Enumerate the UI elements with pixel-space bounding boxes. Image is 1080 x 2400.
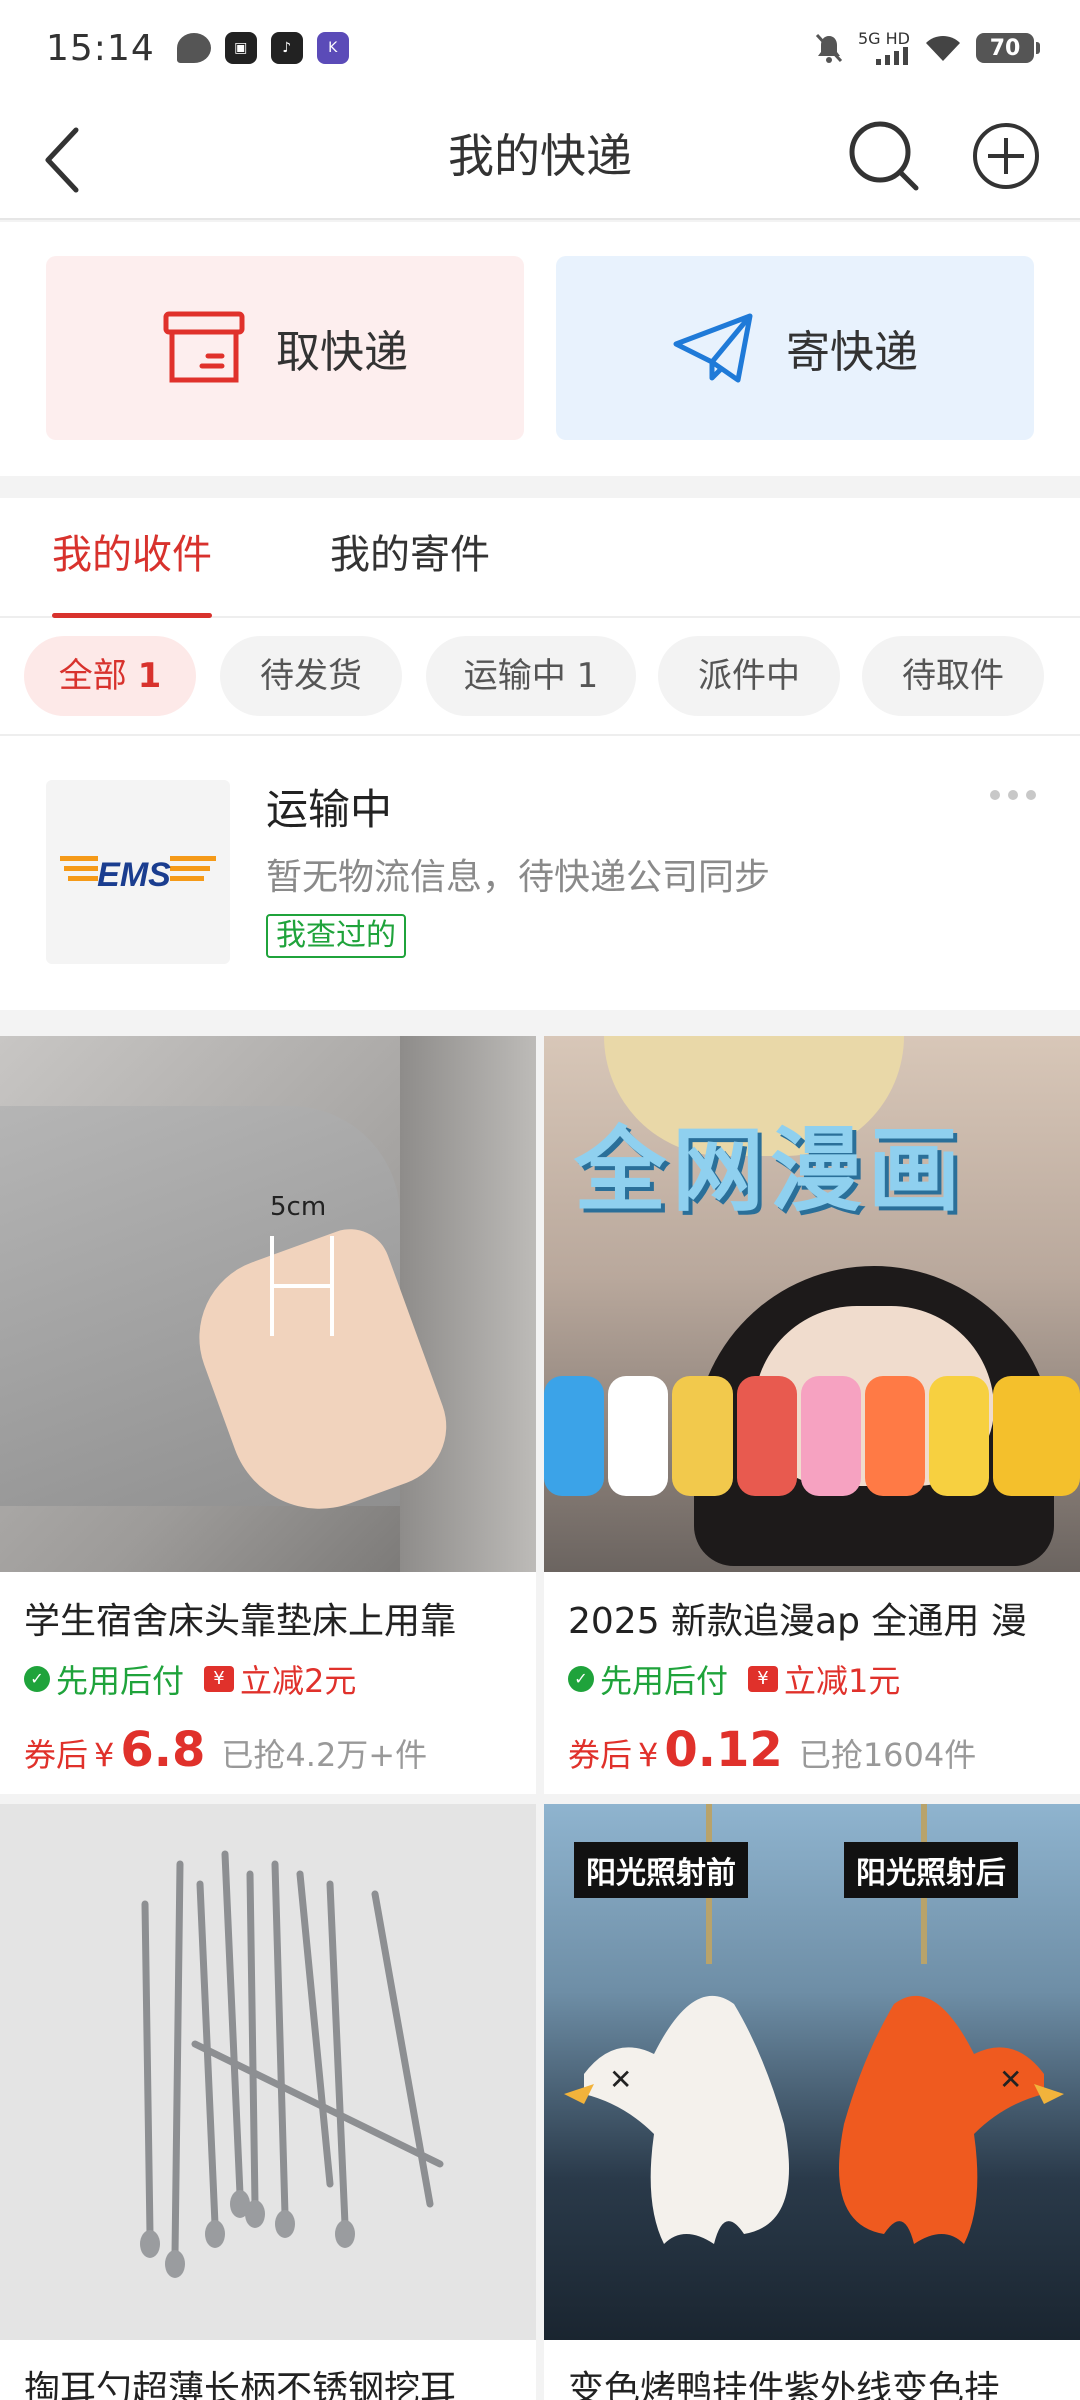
send-label: 寄快递 [786, 327, 918, 378]
product-tags: ✓ 先用后付 ¥ 立减2元 [24, 1656, 356, 1702]
pay-later-text: 先用后付 [600, 1662, 729, 1700]
app-header: 我的快递 [0, 96, 1080, 220]
news-app-icon: ▣ [224, 32, 257, 64]
price-prefix: 券后 [24, 1736, 89, 1774]
tab-my-received[interactable]: 我的收件 [52, 498, 212, 618]
ems-logo-text: EMS [97, 856, 171, 894]
image-headline: 全网漫画 [574, 1117, 967, 1224]
plus-circle-icon [973, 123, 1039, 189]
chip-awaiting-pickup[interactable]: 待取件 [862, 636, 1044, 716]
chip-label: 待发货 [260, 656, 362, 696]
dot-icon [1008, 790, 1018, 800]
price-prefix: 券后 [568, 1736, 633, 1774]
add-button[interactable] [966, 116, 1046, 196]
package-filter-section: 我的收件 我的寄件 全部 1 待发货 运输中 1 派件中 待取件 [0, 498, 1080, 734]
dot-icon [990, 790, 1000, 800]
chip-label: 待取件 [902, 656, 1004, 696]
price-value: 0.12 [664, 1722, 783, 1778]
pickup-label: 取快递 [276, 327, 408, 378]
recommended-products: 5cm 学生宿舍床头靠垫床上用靠 ✓ 先用后付 ¥ 立减2元 券后 ¥ 6.8 已抢… [0, 1036, 1080, 2400]
pay-later-icon: ✓ [24, 1666, 50, 1692]
product-tags: ✓ 先用后付 ¥ 立减1元 [568, 1656, 900, 1702]
signal-icon [876, 47, 908, 65]
product-price: 券后 ¥ 6.8 已抢4.2万+件 [24, 1722, 427, 1778]
tiktok-icon: ♪ [270, 32, 303, 64]
product-image: 阳光照射前 阳光照射后 ✕ ✕ [544, 1804, 1080, 2340]
chip-all[interactable]: 全部 1 [24, 636, 196, 716]
chip-count: 1 [576, 656, 599, 696]
product-title: 2025 新款追漫ap 全通用 漫 [568, 1601, 1027, 1642]
tab-bar: 我的收件 我的寄件 [0, 498, 1080, 618]
ems-logo: EMS [46, 780, 230, 964]
product-card[interactable]: 阳光照射前 阳光照射后 ✕ ✕ 变色烤鸭挂件紫外线变色挂 [544, 1804, 1080, 2400]
discount-text: 立减2元 [240, 1662, 357, 1700]
pay-later-tag: ✓ 先用后付 [24, 1656, 184, 1702]
product-image: 5cm [0, 1036, 536, 1572]
svg-text:✕: ✕ [999, 2064, 1022, 2095]
product-title: 变色烤鸭挂件紫外线变色挂 [568, 2369, 1001, 2400]
checked-tag: 我查过的 [266, 914, 406, 958]
network-label: 5G HD [857, 29, 910, 48]
discount-text: 立减1元 [784, 1662, 901, 1700]
status-bar: 15:14 ▣ ♪ K 5G HD 70 [0, 0, 1080, 96]
send-package-button[interactable]: 寄快递 [556, 256, 1034, 440]
sold-count: 已抢4.2万+件 [221, 1736, 428, 1774]
ems-logo-graphic: EMS [60, 856, 216, 894]
before-sunlight-label: 阳光照射前 [574, 1842, 748, 1898]
after-sunlight-label: 阳光照射后 [844, 1842, 1018, 1898]
currency-symbol: ¥ [94, 1736, 115, 1774]
chip-label: 运输中 [463, 656, 566, 696]
chip-label: 全部 [58, 656, 127, 696]
price-value: 6.8 [120, 1722, 206, 1778]
search-icon [849, 121, 919, 191]
package-box-icon [163, 311, 245, 383]
message-icon [176, 33, 211, 63]
package-status: 运输中 [266, 785, 393, 834]
status-filter-chips: 全部 1 待发货 运输中 1 派件中 待取件 [0, 620, 1080, 732]
package-item[interactable]: EMS 运输中 暂无物流信息，待快递公司同步 我查过的 [0, 734, 1080, 1010]
package-description: 暂无物流信息，待快递公司同步 [266, 857, 771, 898]
product-title: 学生宿舍床头靠垫床上用靠 [24, 1601, 457, 1642]
chip-label: 派件中 [698, 656, 800, 696]
currency-symbol: ¥ [638, 1736, 659, 1774]
chip-count: 1 [137, 656, 162, 696]
tab-my-sent[interactable]: 我的寄件 [330, 498, 490, 618]
wifi-icon [926, 35, 960, 61]
chip-awaiting-shipment[interactable]: 待发货 [220, 636, 402, 716]
coupon-icon: ¥ [204, 1666, 235, 1692]
status-time: 15:14 [46, 27, 155, 69]
pay-later-icon: ✓ [568, 1666, 594, 1692]
sold-count: 已抢1604件 [798, 1736, 977, 1774]
product-image: 全网漫画 [544, 1036, 1080, 1572]
product-title: 掏耳勺超薄长柄不锈钢挖耳 [24, 2369, 457, 2400]
more-options-button[interactable] [990, 790, 1036, 800]
product-price: 券后 ¥ 0.12 已抢1604件 [568, 1722, 976, 1778]
chip-delivering[interactable]: 派件中 [658, 636, 840, 716]
chip-in-transit[interactable]: 运输中 1 [426, 636, 636, 716]
search-button[interactable] [844, 116, 924, 196]
product-card[interactable]: 掏耳勺超薄长柄不锈钢挖耳 [0, 1804, 536, 2400]
measurement-marker [270, 1236, 334, 1336]
product-image [0, 1804, 536, 2340]
product-card[interactable]: 全网漫画 2025 新款追漫ap 全通用 漫 ✓ 先用后付 ¥ 立减1元 券后 ¥ … [544, 1036, 1080, 1794]
dot-icon [1026, 790, 1036, 800]
battery-indicator: 70 [976, 33, 1040, 63]
pickup-package-button[interactable]: 取快递 [46, 256, 524, 440]
pay-later-tag: ✓ 先用后付 [568, 1656, 728, 1702]
mute-icon [815, 33, 843, 63]
paper-plane-icon [673, 313, 753, 383]
coupon-icon: ¥ [748, 1666, 779, 1692]
image-caption: 5cm [270, 1192, 327, 1222]
product-card[interactable]: 5cm 学生宿舍床头靠垫床上用靠 ✓ 先用后付 ¥ 立减2元 券后 ¥ 6.8 已抢… [0, 1036, 536, 1794]
svg-text:✕: ✕ [609, 2064, 632, 2095]
app-icon-strip [544, 1376, 1080, 1506]
notification-icons: ▣ ♪ K [176, 32, 349, 64]
k-app-icon: K [316, 32, 349, 64]
discount-tag: ¥ 立减1元 [748, 1656, 900, 1702]
ear-pick-illustration [140, 1850, 444, 2278]
system-icons: 5G HD 70 [814, 29, 1040, 65]
discount-tag: ¥ 立减2元 [204, 1656, 356, 1702]
express-actions: 取快递 寄快递 [0, 222, 1080, 476]
pay-later-text: 先用后付 [56, 1662, 185, 1700]
